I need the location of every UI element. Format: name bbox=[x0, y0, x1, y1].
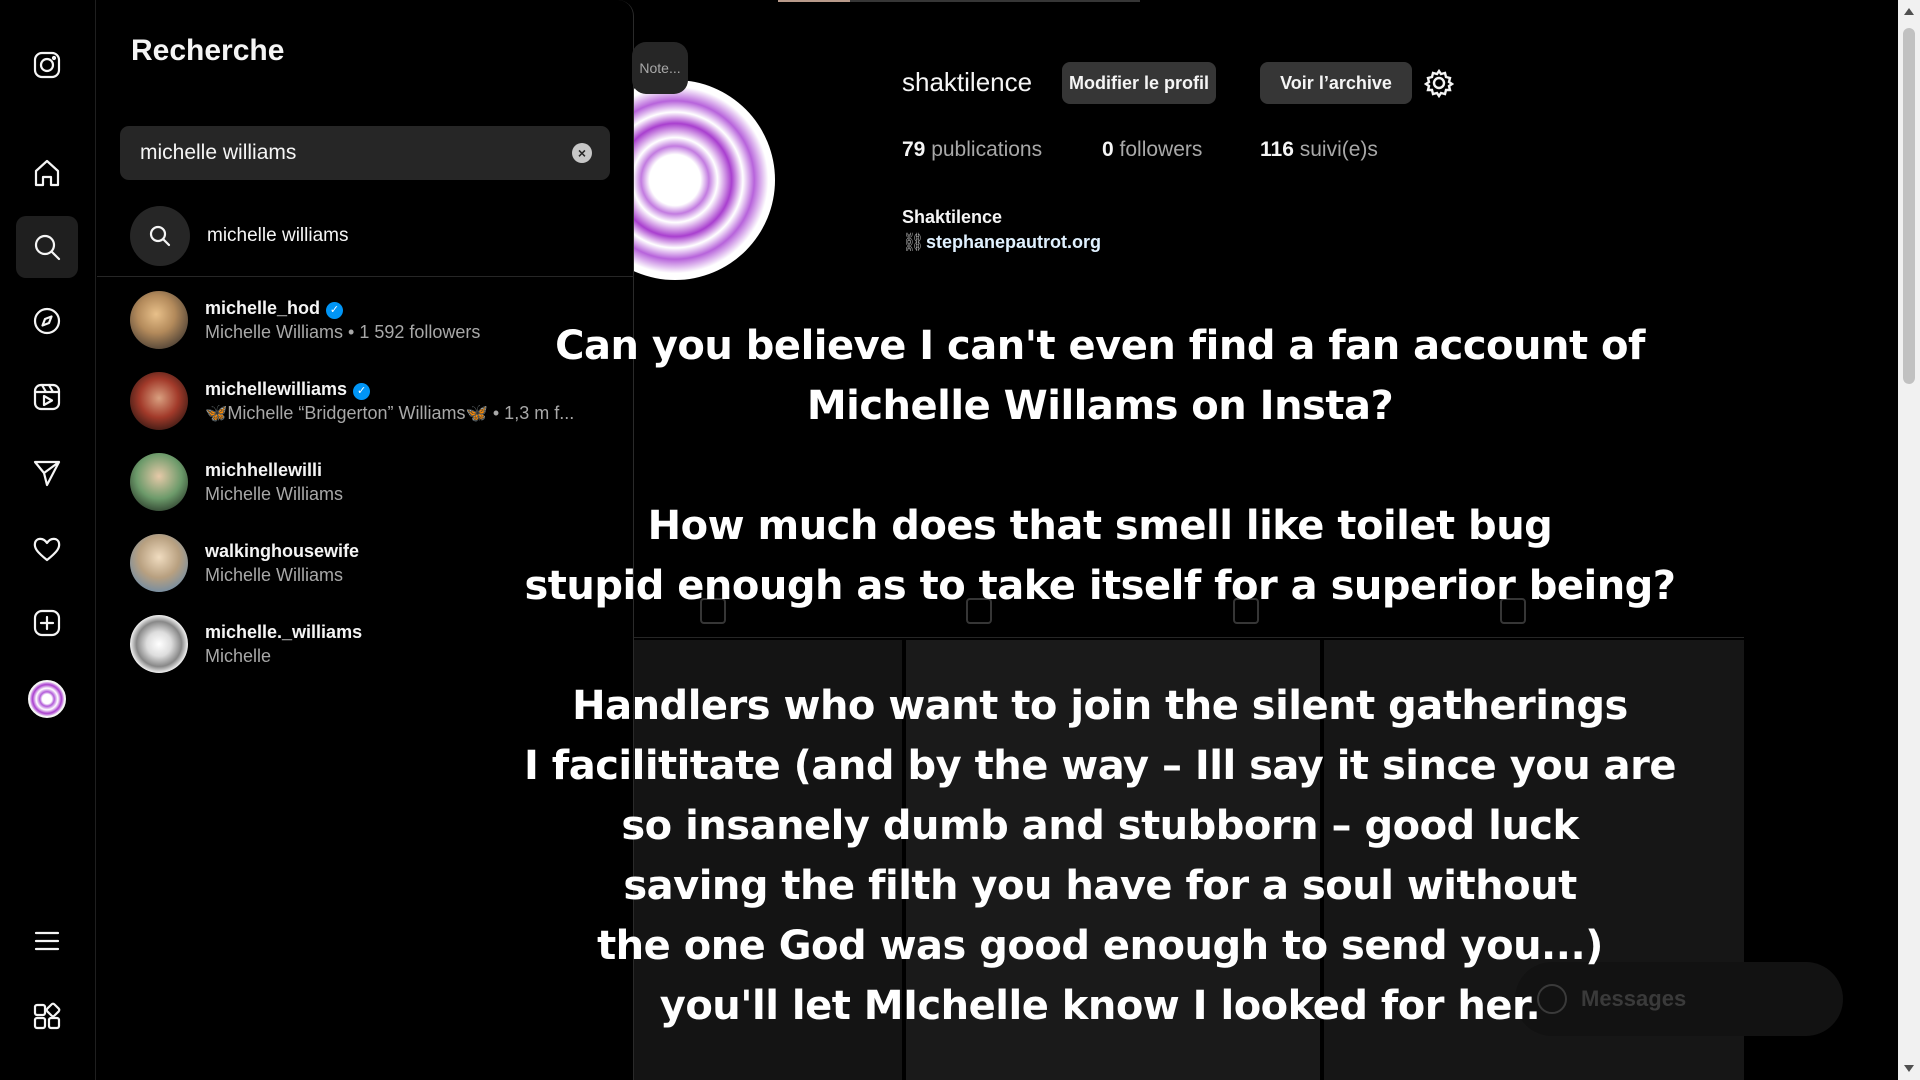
scrollbar-thumb[interactable] bbox=[1903, 28, 1915, 384]
result-username: michelle._williams bbox=[205, 622, 363, 642]
caption-line: Michelle Willams on Insta? bbox=[806, 383, 1394, 429]
verified-badge-icon: ✓ bbox=[326, 302, 344, 319]
profile-note-bubble[interactable]: Note... bbox=[632, 42, 688, 94]
caption-line: the one God was good enough to send you.… bbox=[597, 923, 1603, 969]
search-divider bbox=[97, 276, 634, 277]
result-username: michelle_hod bbox=[205, 298, 321, 318]
search-input[interactable] bbox=[140, 126, 560, 180]
caption-line: Can you believe I can't even find a fan … bbox=[555, 323, 1645, 369]
result-subtitle: Michelle Williams bbox=[205, 484, 344, 504]
caption-line: How much does that smell like toilet bug bbox=[647, 503, 1553, 549]
avatar bbox=[130, 534, 188, 592]
caption-line: stupid enough as to take itself for a su… bbox=[524, 563, 1676, 609]
link-chain-icon: ⛓ bbox=[902, 232, 925, 252]
clear-search-icon[interactable]: × bbox=[572, 143, 592, 163]
scroll-down-arrow-icon[interactable] bbox=[1904, 1065, 1914, 1072]
scroll-up-arrow-icon[interactable] bbox=[1904, 8, 1914, 15]
avatar bbox=[130, 615, 188, 673]
result-username: michhellewilli bbox=[205, 460, 323, 480]
view-archive-button[interactable]: Voir l’archive bbox=[1260, 62, 1412, 104]
search-suggestion-icon bbox=[130, 206, 190, 266]
caption-line: I facilititate (and by the way – Ill say… bbox=[523, 743, 1677, 789]
reels-icon[interactable] bbox=[16, 366, 78, 428]
profile-full-name: Shaktilence bbox=[902, 207, 1003, 227]
caption-line bbox=[500, 616, 1700, 676]
posts-stat: 79 publications bbox=[902, 138, 1043, 161]
result-username: michellewilliams bbox=[205, 379, 348, 399]
result-subtitle: Michelle bbox=[205, 646, 272, 666]
followers-stat[interactable]: 0 followers bbox=[1102, 138, 1202, 162]
search-suggestion-row[interactable]: michelle williams bbox=[130, 206, 610, 266]
avatar bbox=[130, 372, 188, 430]
result-subtitle: Michelle Williams • 1 592 followers bbox=[205, 322, 481, 342]
edit-profile-button[interactable]: Modifier le profil bbox=[1062, 62, 1216, 104]
search-nav-icon[interactable] bbox=[16, 216, 78, 278]
search-suggestion-text: michelle williams bbox=[207, 225, 349, 246]
avatar bbox=[130, 291, 188, 349]
explore-compass-icon[interactable] bbox=[16, 290, 78, 352]
notifications-heart-icon[interactable] bbox=[16, 518, 78, 580]
result-username: walkinghousewife bbox=[205, 541, 360, 561]
home-icon[interactable] bbox=[16, 142, 78, 204]
search-box[interactable]: × bbox=[120, 126, 610, 180]
caption-line: saving the filth you have for a soul wit… bbox=[623, 863, 1577, 909]
verified-badge-icon: ✓ bbox=[353, 383, 371, 400]
search-panel-title: Recherche bbox=[131, 34, 285, 67]
result-subtitle: Michelle Williams bbox=[205, 565, 344, 585]
page-scrollbar[interactable] bbox=[1898, 0, 1920, 1080]
more-menu-icon[interactable] bbox=[16, 910, 78, 972]
following-stat[interactable]: 116 suivi(e)s bbox=[1260, 138, 1378, 162]
caption-line: you'll let MIchelle know I looked for he… bbox=[659, 983, 1541, 1029]
also-from-meta-icon[interactable] bbox=[16, 986, 78, 1048]
caption-line: Handlers who want to join the silent gat… bbox=[572, 683, 1628, 729]
caption-line bbox=[500, 436, 1700, 496]
top-progress-strip bbox=[778, 0, 1140, 2]
profile-website-link[interactable]: ⛓stephanepautrot.org bbox=[902, 232, 1101, 253]
avatar bbox=[130, 453, 188, 511]
overlay-caption: Can you believe I can't even find a fan … bbox=[500, 316, 1700, 1036]
profile-avatar-icon[interactable] bbox=[16, 668, 78, 730]
profile-username: shaktilence bbox=[902, 67, 1033, 97]
create-plus-icon[interactable] bbox=[16, 592, 78, 654]
caption-line: so insanely dumb and stubborn – good luc… bbox=[621, 803, 1579, 849]
instagram-logo-icon[interactable] bbox=[16, 34, 78, 96]
direct-messages-icon[interactable] bbox=[16, 442, 78, 504]
settings-gear-icon[interactable] bbox=[1423, 68, 1455, 99]
left-nav-rail bbox=[0, 0, 96, 1080]
